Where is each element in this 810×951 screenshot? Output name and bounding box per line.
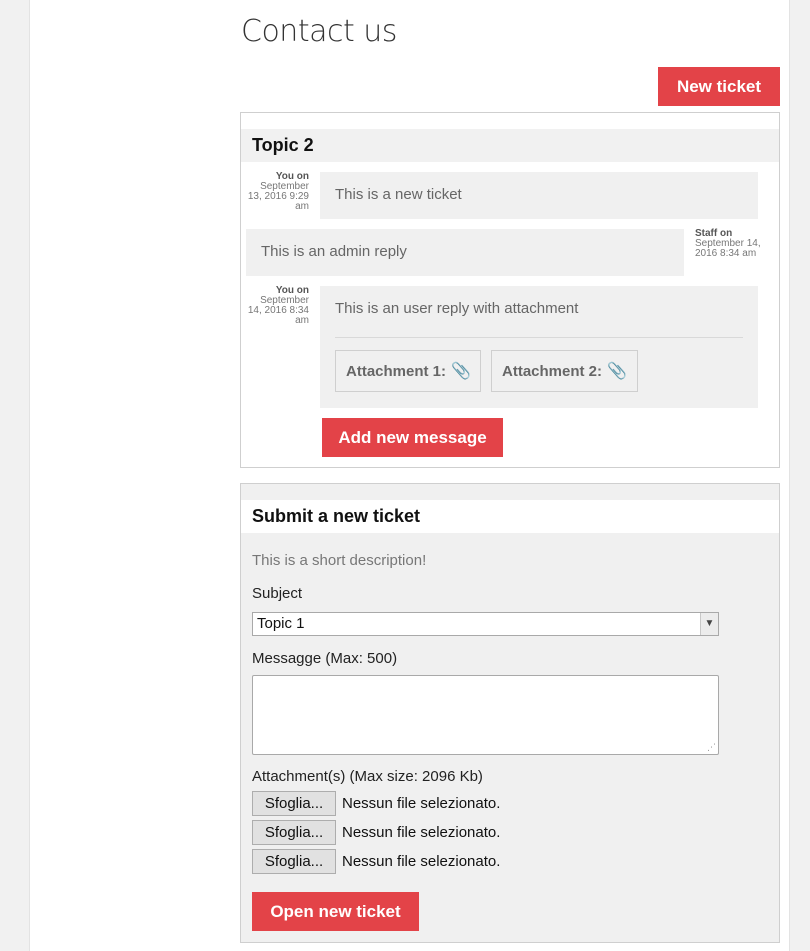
form-description: This is a short description! <box>252 552 427 569</box>
ticket-title: Topic 2 <box>241 129 779 162</box>
ticket-thread-panel: Topic 2 You on September 13, 2016 9:29 a… <box>240 112 780 468</box>
subject-selected-value: Topic 1 <box>257 615 305 632</box>
resize-handle-icon[interactable]: ⋰ <box>707 744 716 753</box>
add-new-message-button[interactable]: Add new message <box>322 418 503 457</box>
subject-select[interactable]: Topic 1 ▼ <box>252 612 719 636</box>
file-status: Nessun file selezionato. <box>342 795 501 812</box>
submit-ticket-panel: Submit a new ticket This is a short desc… <box>240 483 780 943</box>
message-textarea[interactable]: ⋰ <box>252 675 719 755</box>
new-ticket-button[interactable]: New ticket <box>658 67 780 106</box>
file-input: Sfoglia... Nessun file selezionato. <box>252 820 500 845</box>
message-meta: Staff on September 14, 2016 8:34 am <box>695 229 765 259</box>
file-status: Nessun file selezionato. <box>342 824 501 841</box>
chevron-down-icon[interactable]: ▼ <box>700 613 718 635</box>
attachment-label: Attachment 1: <box>346 362 447 380</box>
paperclip-icon: 📎 <box>607 363 627 380</box>
message-text: This is an user reply with attachment <box>335 300 579 317</box>
message-date: September 14, 2016 8:34 am <box>695 238 761 259</box>
divider <box>335 337 743 338</box>
page-title: Contact us <box>241 14 397 49</box>
message-text: This is a new ticket <box>335 186 462 203</box>
open-new-ticket-button[interactable]: Open new ticket <box>252 892 419 931</box>
message-bubble: This is an admin reply <box>246 229 684 276</box>
browse-file-button[interactable]: Sfoglia... <box>252 791 336 816</box>
paperclip-icon: 📎 <box>451 363 471 380</box>
message-label: Messagge (Max: 500) <box>252 650 398 667</box>
submit-ticket-title: Submit a new ticket <box>241 500 779 533</box>
message-date: September 13, 2016 9:29 am <box>247 181 309 212</box>
message-meta: You on September 14, 2016 8:34 am <box>247 286 309 326</box>
file-input: Sfoglia... Nessun file selezionato. <box>252 849 500 874</box>
attachments-label: Attachment(s) (Max size: 2096 Kb) <box>252 768 483 785</box>
file-status: Nessun file selezionato. <box>342 853 501 870</box>
attachment-link[interactable]: Attachment 2: 📎 <box>491 350 638 392</box>
subject-label: Subject <box>252 585 303 602</box>
message-text: This is an admin reply <box>261 243 407 260</box>
message-bubble: This is a new ticket <box>320 172 758 219</box>
attachment-link[interactable]: Attachment 1: 📎 <box>335 350 481 392</box>
browse-file-button[interactable]: Sfoglia... <box>252 820 336 845</box>
browse-file-button[interactable]: Sfoglia... <box>252 849 336 874</box>
attachment-label: Attachment 2: <box>502 362 603 380</box>
message-bubble: This is an user reply with attachment At… <box>320 286 758 408</box>
message-meta: You on September 13, 2016 9:29 am <box>247 172 309 212</box>
content-column: Contact us New ticket Topic 2 You on Sep… <box>29 0 790 951</box>
message-date: September 14, 2016 8:34 am <box>247 295 309 326</box>
file-input: Sfoglia... Nessun file selezionato. <box>252 791 500 816</box>
